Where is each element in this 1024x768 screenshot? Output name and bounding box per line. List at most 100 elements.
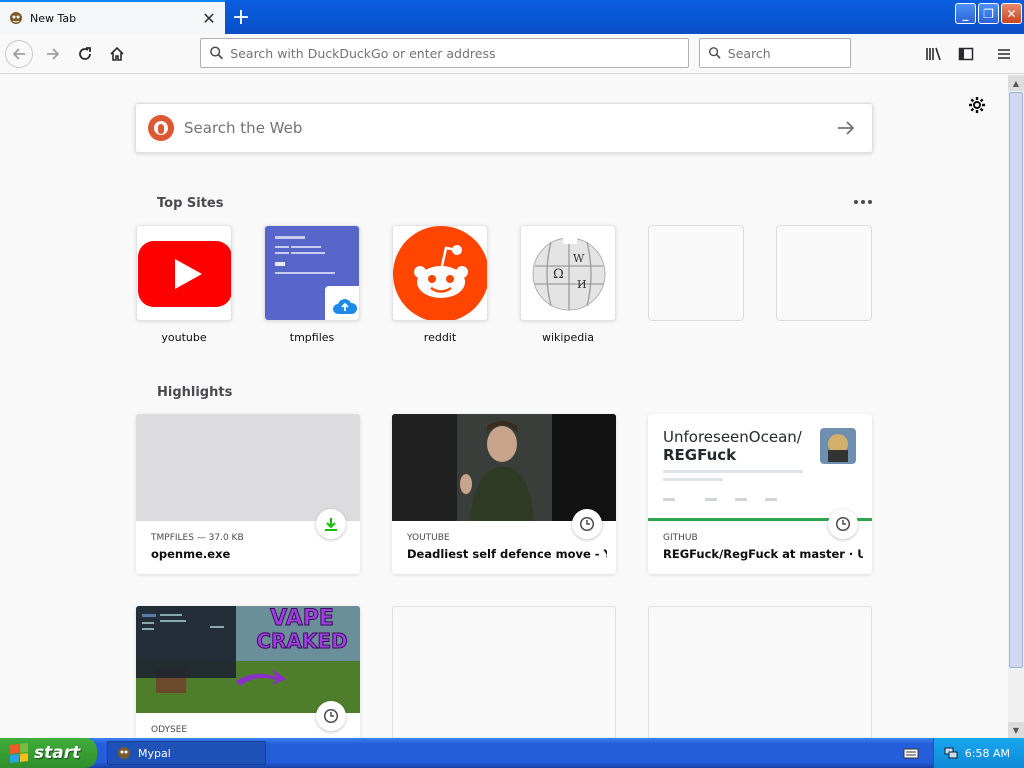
top-site-tile[interactable]: ΩWИ — [520, 225, 616, 321]
clock[interactable]: 6:58 AM — [965, 747, 1010, 760]
scrollbar-thumb[interactable] — [1009, 92, 1023, 668]
new-tab-page: Top Sites youtube tmpfiles reddit ΩWИ wi… — [0, 75, 1008, 738]
restore-button[interactable]: ❐ — [978, 3, 999, 24]
mypal-app-icon — [118, 747, 130, 759]
sidebar-icon — [958, 47, 974, 61]
top-site-tile[interactable] — [136, 225, 232, 321]
highlight-thumbnail — [392, 414, 616, 521]
top-site-youtube[interactable]: youtube — [136, 225, 232, 344]
highlight-title: REGFuck/RegFuck at master · U… — [663, 547, 863, 561]
highlight-card-youtube[interactable]: YOUTUBE Deadliest self defence move - Y… — [392, 414, 616, 574]
scroll-up-arrow-icon[interactable]: ▲ — [1008, 75, 1024, 91]
odysee-thumb-line1: VAPE — [270, 606, 335, 631]
minimize-icon: _ — [962, 6, 969, 21]
highlight-thumbnail: UnforeseenOcean/ REGFuck — [648, 414, 872, 521]
reload-button[interactable] — [71, 40, 99, 68]
clock-icon — [323, 708, 339, 724]
highlight-title: openme.exe — [151, 547, 231, 561]
clock-badge — [316, 701, 346, 731]
reddit-logo-icon — [393, 226, 487, 320]
tab-new-tab[interactable]: New Tab ✕ — [0, 0, 225, 34]
home-button[interactable] — [103, 40, 131, 68]
highlight-source: ODYSEE — [151, 725, 188, 735]
top-site-reddit[interactable]: reddit — [392, 225, 488, 344]
youtube-logo-icon — [138, 241, 231, 307]
cloud-upload-badge — [325, 286, 359, 320]
highlight-card-odysee[interactable]: VAPE CRAKED ODYSEE — [136, 606, 360, 738]
search-submit-arrow-icon[interactable] — [834, 116, 858, 140]
sidebar-button[interactable] — [952, 40, 980, 68]
highlight-thumbnail — [136, 414, 360, 521]
home-icon — [110, 46, 124, 61]
library-button[interactable] — [920, 40, 948, 68]
download-badge — [316, 509, 346, 539]
mypal-favicon-icon — [10, 12, 22, 24]
tab-close-icon[interactable]: ✕ — [199, 8, 219, 28]
highlight-source: YOUTUBE — [407, 533, 450, 543]
top-site-tile[interactable] — [264, 225, 360, 321]
hamburger-menu-icon — [998, 49, 1010, 59]
highlight-placeholder — [648, 606, 872, 738]
page-scrollbar[interactable]: ▲ ▼ — [1008, 75, 1024, 738]
cloud-upload-icon — [333, 299, 358, 314]
search-bar[interactable] — [699, 38, 851, 68]
system-tray: 6:58 AM — [933, 738, 1024, 768]
top-site-label: tmpfiles — [289, 331, 335, 344]
video-thumbnail-image — [392, 414, 616, 521]
download-icon — [325, 518, 337, 531]
address-bar[interactable] — [200, 38, 689, 68]
top-site-wikipedia[interactable]: ΩWИ wikipedia — [520, 225, 616, 344]
taskbar-item-mypal[interactable]: Mypal — [107, 741, 266, 765]
search-icon — [709, 47, 721, 59]
clock-badge — [572, 509, 602, 539]
windows-logo-icon — [10, 743, 28, 763]
highlight-card-github[interactable]: UnforeseenOcean/ REGFuck GITHUB REGFuck/… — [648, 414, 872, 574]
top-site-empty[interactable] — [776, 225, 872, 331]
web-search-input[interactable] — [184, 119, 834, 137]
highlight-card-tmpfiles[interactable]: TMPFILES — 37.0 KB openme.exe — [136, 414, 360, 574]
wikipedia-logo-icon: ΩWИ — [532, 232, 606, 311]
svg-text:W: W — [573, 252, 585, 265]
top-site-tmpfiles[interactable]: tmpfiles — [264, 225, 360, 344]
customize-button[interactable] — [967, 95, 987, 115]
menu-button[interactable] — [990, 40, 1018, 68]
back-button[interactable] — [5, 40, 33, 68]
clock-badge — [828, 509, 858, 539]
new-tab-button[interactable]: + — [229, 4, 253, 30]
start-label: start — [34, 743, 81, 763]
back-arrow-icon — [12, 48, 25, 60]
top-sites-menu-button[interactable] — [854, 194, 874, 210]
top-site-label: reddit — [423, 331, 457, 344]
minimize-button[interactable]: _ — [955, 3, 976, 24]
plus-icon: + — [231, 4, 251, 30]
network-icon[interactable] — [944, 746, 958, 760]
navigation-toolbar — [0, 34, 1024, 74]
scroll-down-arrow-icon[interactable]: ▼ — [1008, 722, 1024, 738]
top-site-placeholder[interactable] — [776, 225, 872, 321]
taskbar-item-label: Mypal — [138, 746, 171, 760]
close-window-button[interactable]: ✕ — [1001, 3, 1022, 24]
top-site-tile[interactable] — [392, 225, 488, 321]
keyboard-icon[interactable] — [903, 746, 919, 760]
start-button[interactable]: start — [0, 738, 97, 768]
top-site-label: youtube — [161, 331, 207, 344]
highlights-heading: Highlights — [157, 385, 233, 400]
top-site-empty[interactable] — [648, 225, 744, 331]
top-site-placeholder[interactable] — [648, 225, 744, 321]
forward-button[interactable] — [39, 40, 67, 68]
duckduckgo-logo-icon — [148, 115, 174, 141]
odysee-thumb-line2: CRAKED — [256, 629, 348, 653]
title-bar: New Tab ✕ + _ ❐ ✕ — [0, 0, 1024, 34]
highlight-source: GITHUB — [663, 533, 698, 543]
address-input[interactable] — [230, 45, 688, 61]
forward-arrow-icon — [47, 48, 60, 60]
highlight-placeholder — [392, 606, 616, 738]
clock-icon — [835, 516, 851, 532]
highlight-title: Deadliest self defence move - Y… — [407, 547, 607, 561]
search-input[interactable] — [727, 45, 850, 61]
web-search-box[interactable] — [135, 103, 873, 153]
top-site-label: wikipedia — [541, 331, 594, 344]
restore-icon: ❐ — [983, 6, 994, 21]
close-icon: ✕ — [1006, 6, 1017, 21]
search-icon — [210, 46, 223, 60]
